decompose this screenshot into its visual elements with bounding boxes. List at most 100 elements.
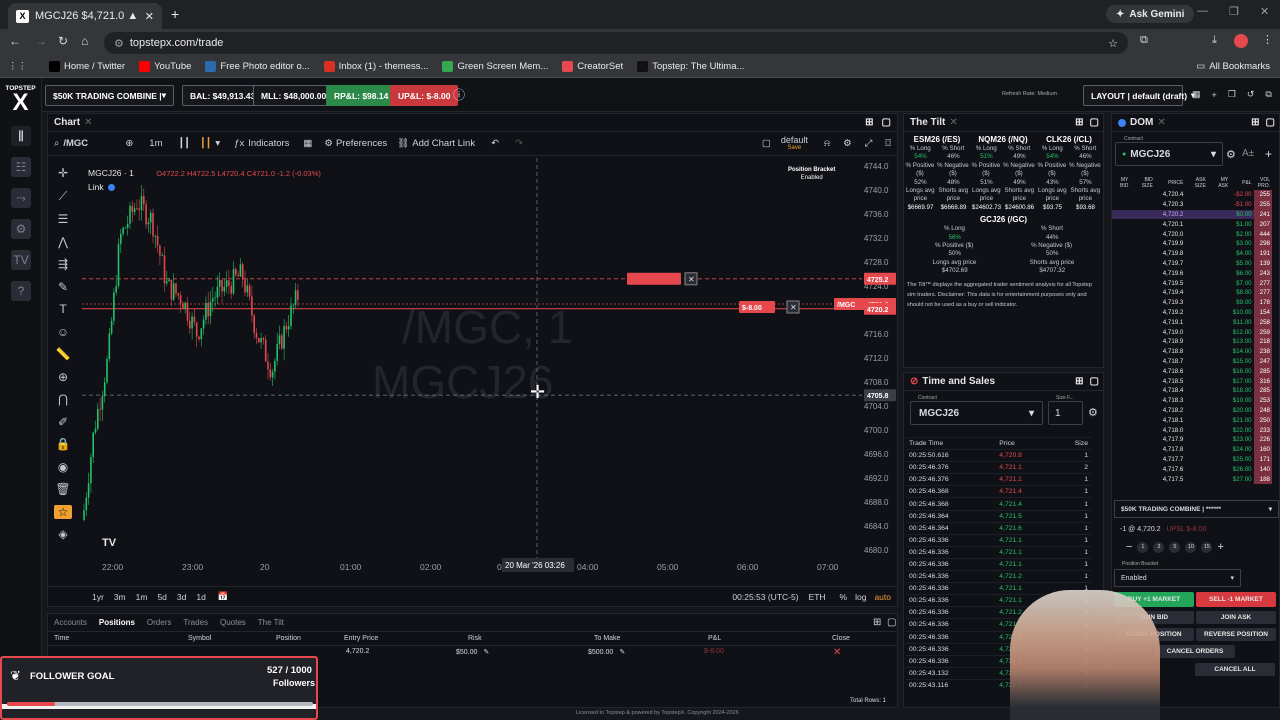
ask-size-cell[interactable] xyxy=(1185,396,1207,406)
bid-size-cell[interactable] xyxy=(1130,464,1154,474)
bid-size-cell[interactable] xyxy=(1130,229,1154,239)
my-bid-cell[interactable] xyxy=(1112,327,1130,337)
bid-size-cell[interactable] xyxy=(1130,474,1154,484)
dom-row[interactable]: 4,717.7 $25.00 171 xyxy=(1112,454,1272,465)
reset-icon[interactable]: ↺ xyxy=(1247,89,1255,100)
log-toggle[interactable]: log xyxy=(855,592,866,602)
dom-row[interactable]: 4,718.3 $19.00 253 xyxy=(1112,395,1272,406)
timeframe-5d[interactable]: 5d xyxy=(157,592,166,602)
bid-size-cell[interactable] xyxy=(1130,376,1154,386)
my-ask-cell[interactable] xyxy=(1208,249,1230,259)
dom-row[interactable]: 4,718.6 $16.00 285 xyxy=(1112,366,1272,377)
my-bid-cell[interactable] xyxy=(1112,268,1130,278)
my-bid-cell[interactable] xyxy=(1112,386,1130,396)
address-bar[interactable]: ⚙ topstepx.com/trade ☆ xyxy=(104,32,1128,54)
bid-size-cell[interactable] xyxy=(1130,278,1154,288)
bid-size-cell[interactable] xyxy=(1130,298,1154,308)
bid-size-cell[interactable] xyxy=(1130,425,1154,435)
bid-size-cell[interactable] xyxy=(1130,435,1154,445)
bid-size-cell[interactable] xyxy=(1130,357,1154,367)
my-ask-cell[interactable] xyxy=(1208,376,1230,386)
bid-size-cell[interactable] xyxy=(1130,249,1154,259)
preferences-button[interactable]: Preferences xyxy=(336,138,387,149)
bid-size-cell[interactable] xyxy=(1130,308,1154,318)
my-bid-cell[interactable] xyxy=(1112,474,1130,484)
position-risk[interactable]: $50.00 ✎ xyxy=(456,648,489,657)
analytics-icon[interactable]: ⤳ xyxy=(11,188,31,208)
my-ask-cell[interactable] xyxy=(1208,337,1230,347)
tab-quotes[interactable]: Quotes xyxy=(220,618,246,627)
my-bid-cell[interactable] xyxy=(1112,415,1130,425)
emoji-icon[interactable]: ☺ xyxy=(57,325,69,339)
forward-icon[interactable]: → xyxy=(35,34,47,48)
symbol-search[interactable]: /MGC xyxy=(63,138,113,149)
bid-size-cell[interactable] xyxy=(1130,288,1154,298)
dom-row[interactable]: 4,718.7 $15.00 247 xyxy=(1112,356,1272,367)
layout-default-selector[interactable]: default Save xyxy=(781,135,808,152)
reload-icon[interactable]: ↻ xyxy=(58,34,68,48)
dom-row[interactable]: 4,719.4 $8.00 277 xyxy=(1112,287,1272,298)
my-bid-cell[interactable] xyxy=(1112,278,1130,288)
ask-size-cell[interactable] xyxy=(1185,210,1207,220)
lock-icon[interactable]: 🔒 xyxy=(56,437,71,451)
ask-size-cell[interactable] xyxy=(1185,445,1207,455)
timeframe-1yr[interactable]: 1yr xyxy=(92,592,104,602)
bid-size-cell[interactable] xyxy=(1130,396,1154,406)
close-position-icon[interactable]: ✕ xyxy=(833,647,841,658)
bookmark-item[interactable]: Free Photo editor o... xyxy=(205,61,310,72)
ruler-icon[interactable]: 📏 xyxy=(56,347,71,361)
bid-size-cell[interactable] xyxy=(1130,239,1154,249)
ask-size-cell[interactable] xyxy=(1185,357,1207,367)
link-icon[interactable]: ⛓ xyxy=(397,138,409,149)
candle-style-icon[interactable]: ┃┃ xyxy=(200,138,211,149)
tab-accounts[interactable]: Accounts xyxy=(54,618,87,627)
ask-size-cell[interactable] xyxy=(1185,200,1207,210)
bid-size-cell[interactable] xyxy=(1130,190,1154,200)
my-bid-cell[interactable] xyxy=(1112,200,1130,210)
dom-account-select[interactable]: $50K TRADING COMBINE | ****** ▾ xyxy=(1114,500,1279,518)
layout-square-icon[interactable]: ▢ xyxy=(762,138,771,149)
dom-row[interactable]: 4,720.2 $0.00 241 xyxy=(1112,209,1272,220)
search-icon[interactable]: ⌕ xyxy=(54,138,59,149)
favorites-star-icon[interactable]: ☆ xyxy=(54,504,72,519)
dom-row[interactable]: 4,720.4 -$2.00 255 xyxy=(1112,190,1272,200)
timeframe-1m[interactable]: 1m xyxy=(136,592,148,602)
stay-drawing-icon[interactable]: ✐ xyxy=(58,415,68,429)
add-panel-icon[interactable]: ⊞ xyxy=(865,117,873,128)
column-header[interactable]: Entry Price xyxy=(344,635,378,642)
dom-row[interactable]: 4,719.1 $11.00 258 xyxy=(1112,317,1272,328)
my-ask-cell[interactable] xyxy=(1208,415,1230,425)
ask-size-cell[interactable] xyxy=(1185,386,1207,396)
settings-icon[interactable]: ⚙ xyxy=(1226,148,1236,161)
ask-gemini-button[interactable]: ✦ Ask Gemini xyxy=(1106,5,1195,23)
bookmark-star-icon[interactable]: ☆ xyxy=(1108,37,1118,50)
ask-size-cell[interactable] xyxy=(1185,190,1207,200)
my-ask-cell[interactable] xyxy=(1208,464,1230,474)
my-ask-cell[interactable] xyxy=(1208,435,1230,445)
ask-size-cell[interactable] xyxy=(1185,435,1207,445)
my-ask-cell[interactable] xyxy=(1208,455,1230,465)
my-ask-cell[interactable] xyxy=(1208,357,1230,367)
my-ask-cell[interactable] xyxy=(1208,445,1230,455)
layout-selector[interactable]: LAYOUT | default (draft) ▾ xyxy=(1083,85,1195,106)
bid-size-cell[interactable] xyxy=(1130,219,1154,229)
bid-size-cell[interactable] xyxy=(1130,200,1154,210)
extensions-icon[interactable]: ⧉ xyxy=(1140,34,1148,47)
my-ask-cell[interactable] xyxy=(1208,219,1230,229)
bookmark-item[interactable]: CreatorSet xyxy=(562,61,623,72)
ask-size-cell[interactable] xyxy=(1185,376,1207,386)
dom-position-bracket-select[interactable]: Enabled ▾ xyxy=(1114,569,1241,587)
dom-row[interactable]: 4,718.0 $22.00 233 xyxy=(1112,425,1272,435)
my-ask-cell[interactable] xyxy=(1208,366,1230,376)
fib-icon[interactable]: ☰ xyxy=(58,212,69,226)
ts-size-input[interactable]: 1 xyxy=(1048,401,1083,425)
dom-row[interactable]: 4,717.8 $24.00 160 xyxy=(1112,444,1272,455)
add-chart-link-button[interactable]: Add Chart Link xyxy=(412,138,475,149)
maximize-panel-icon[interactable]: ▢ xyxy=(1090,117,1099,128)
percent-toggle[interactable]: % xyxy=(840,592,848,602)
back-icon[interactable]: ← xyxy=(9,34,21,48)
price-chart[interactable]: /MGC, 1MGCJ264744.04740.04736.04732.0472… xyxy=(82,158,898,578)
add-panel-icon[interactable]: ⊞ xyxy=(1075,376,1083,387)
my-ask-cell[interactable] xyxy=(1208,425,1230,435)
add-panel-icon[interactable]: ⊞ xyxy=(1251,117,1259,128)
